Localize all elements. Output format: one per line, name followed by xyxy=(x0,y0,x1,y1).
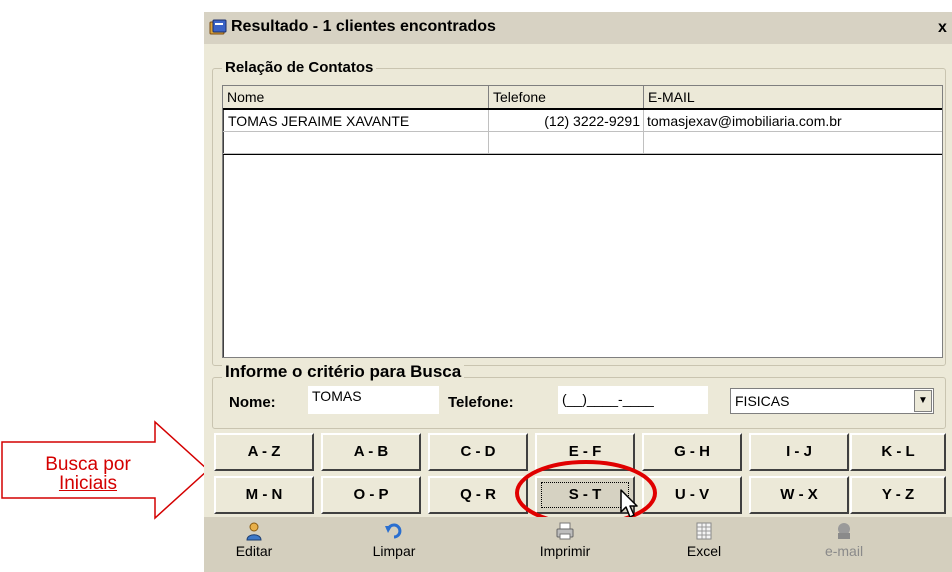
alpha-button-w-x[interactable]: W - X xyxy=(749,476,849,514)
alpha-button-i-j[interactable]: I - J xyxy=(749,433,849,471)
alpha-button-o-p[interactable]: O - P xyxy=(321,476,421,514)
address-book-icon xyxy=(209,19,227,35)
cell-email[interactable]: tomasjexav@imobiliaria.com.br xyxy=(644,110,942,132)
editar-label: Editar xyxy=(235,543,273,559)
grid-header: Nome Telefone E-MAIL xyxy=(223,86,942,110)
mouse-cursor-icon xyxy=(620,489,638,518)
telefone-input[interactable]: (__)____-____ xyxy=(558,386,708,414)
tipo-select[interactable]: FISICAS ▼ xyxy=(730,388,934,414)
undo-icon xyxy=(385,523,402,539)
bottom-toolbar: Editar Limpar Imprimir Excel e-mail xyxy=(204,517,952,572)
result-window: Resultado - 1 clientes encontrados x Rel… xyxy=(204,12,952,572)
excel-button[interactable]: Excel xyxy=(666,517,742,572)
imprimir-label: Imprimir xyxy=(539,543,591,559)
alpha-button-k-l[interactable]: K - L xyxy=(850,433,946,471)
email-icon xyxy=(838,523,850,539)
column-header-nome[interactable]: Nome xyxy=(223,86,489,108)
alpha-button-y-z[interactable]: Y - Z xyxy=(850,476,946,514)
cell-nome[interactable]: TOMAS JERAIME XAVANTE xyxy=(223,110,489,132)
excel-label: Excel xyxy=(686,543,722,559)
email-label: e-mail xyxy=(824,543,864,559)
alpha-button-a-b[interactable]: A - B xyxy=(321,433,421,471)
alpha-button-m-n[interactable]: M - N xyxy=(214,476,314,514)
email-button[interactable]: e-mail xyxy=(806,517,882,572)
column-header-telefone[interactable]: Telefone xyxy=(489,86,644,108)
user-edit-icon xyxy=(246,522,262,541)
spreadsheet-icon xyxy=(696,522,712,540)
nome-input[interactable]: TOMAS xyxy=(308,386,439,414)
limpar-button[interactable]: Limpar xyxy=(356,517,432,572)
tipo-select-value: FISICAS xyxy=(735,393,790,409)
empty-cell[interactable] xyxy=(644,132,942,154)
cell-telefone[interactable]: (12) 3222-9291 xyxy=(489,110,644,132)
callout-line-2: Iniciais xyxy=(58,473,118,494)
row-separator xyxy=(223,154,942,155)
editar-button[interactable]: Editar xyxy=(216,517,292,572)
column-header-email[interactable]: E-MAIL xyxy=(644,86,942,108)
contacts-grid[interactable]: Nome Telefone E-MAIL TOMAS JERAIME XAVAN… xyxy=(222,85,943,358)
callout-line-1: Busca por xyxy=(45,454,131,475)
window-title: Resultado - 1 clientes encontrados xyxy=(231,18,496,35)
contacts-legend: Relação de Contatos xyxy=(222,59,377,76)
callout-label: Busca por Iniciais xyxy=(28,455,148,493)
telefone-label: Telefone: xyxy=(448,394,514,411)
empty-cell[interactable] xyxy=(489,132,644,154)
empty-cell[interactable] xyxy=(223,132,489,154)
nome-label: Nome: xyxy=(229,394,276,411)
title-bar: Resultado - 1 clientes encontrados x xyxy=(204,12,952,44)
printer-icon xyxy=(556,522,574,540)
close-button[interactable]: x xyxy=(938,18,952,38)
limpar-label: Limpar xyxy=(372,543,416,559)
alpha-button-a-z[interactable]: A - Z xyxy=(214,433,314,471)
dropdown-arrow-icon[interactable]: ▼ xyxy=(914,390,932,412)
search-legend: Informe o critério para Busca xyxy=(222,362,465,382)
imprimir-button[interactable]: Imprimir xyxy=(520,517,610,572)
